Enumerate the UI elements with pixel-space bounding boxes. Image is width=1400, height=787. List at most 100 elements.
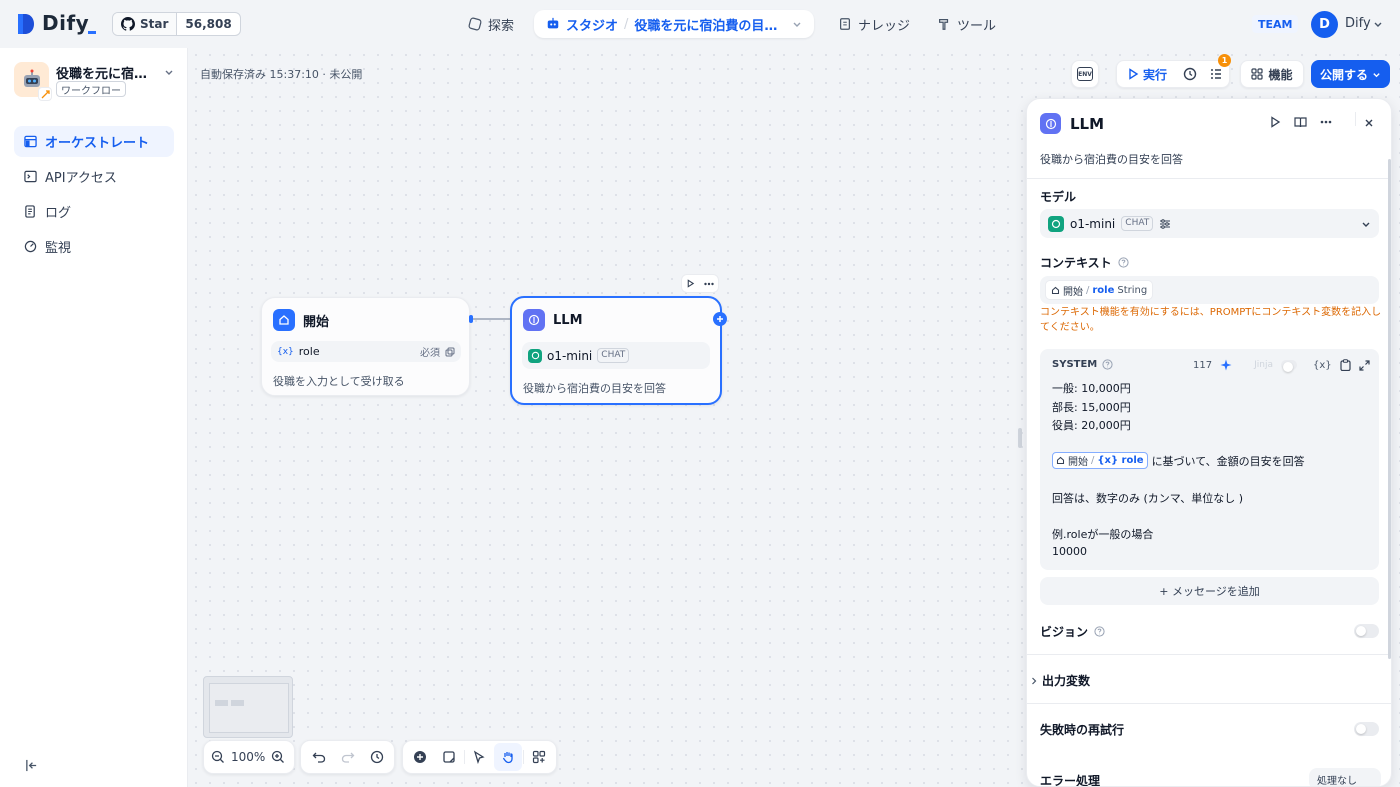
github-icon [121, 17, 135, 31]
vision-label: ビジョン [1040, 625, 1089, 639]
llm-node-title: LLM [553, 312, 583, 328]
sidebar [0, 48, 188, 787]
history-button[interactable] [1177, 60, 1203, 88]
context-variable-field[interactable]: 開始 / role String [1040, 276, 1379, 304]
sidebar-item-api-access[interactable]: APIアクセス [14, 161, 174, 192]
redo-icon [341, 752, 354, 763]
run-node-icon[interactable] [686, 279, 695, 288]
insert-variable-icon[interactable]: {x} [1313, 360, 1332, 371]
sparkle-icon[interactable] [1220, 359, 1232, 371]
panel-description[interactable]: 役職から宿泊費の目安を回答 [1040, 151, 1183, 167]
sidebar-app-name[interactable]: 役職を元に宿泊... [56, 63, 156, 82]
organize-blocks-button[interactable] [525, 743, 553, 771]
redo-button[interactable] [334, 743, 362, 771]
more-icon[interactable] [1320, 120, 1332, 124]
system-prompt-editor[interactable]: SYSTEM 117 Jinja {x} 一般: 10,000円 部長: 15,… [1040, 349, 1379, 570]
llm-model-row[interactable]: o1-mini CHAT [522, 342, 710, 369]
vision-toggle[interactable] [1354, 624, 1379, 638]
nav-tools[interactable]: ツール [937, 10, 996, 38]
pointer-mode-button[interactable] [465, 743, 493, 771]
panel-scrollbar[interactable] [1388, 159, 1391, 659]
features-button[interactable]: 機能 [1240, 60, 1304, 88]
robot-icon [547, 17, 559, 29]
help-icon[interactable] [1094, 626, 1105, 637]
user-name[interactable]: Dify [1345, 16, 1371, 31]
close-icon[interactable] [1364, 118, 1374, 128]
current-app-name[interactable]: 役職を元に宿泊費の目安... [634, 15, 784, 34]
hand-mode-button[interactable] [494, 743, 523, 771]
canvas-tools [402, 740, 557, 774]
retry-toggle[interactable] [1354, 722, 1379, 736]
add-message-button[interactable]: + メッセージを追加 [1040, 577, 1379, 605]
system-variable-ref[interactable]: 開始 / {x} role [1052, 452, 1148, 469]
github-star-button[interactable]: Star 56,808 [112, 12, 241, 36]
llm-node[interactable]: LLM o1-mini CHAT 役職から宿泊費の目安を回答 [510, 296, 722, 405]
sidebar-item-orchestrate[interactable]: オーケストレート [14, 126, 174, 157]
sidebar-item-monitor[interactable]: 監視 [14, 231, 174, 262]
help-icon[interactable] [1118, 257, 1129, 268]
log-icon [25, 205, 35, 218]
run-step-icon[interactable] [1269, 116, 1281, 128]
start-output-handle[interactable] [469, 315, 473, 323]
chevron-down-icon[interactable] [792, 19, 802, 29]
undo-button[interactable] [305, 743, 333, 771]
avatar[interactable]: D [1311, 11, 1338, 38]
clipboard-icon[interactable] [1340, 359, 1351, 371]
jinja-toggle[interactable] [1280, 360, 1297, 372]
app-chevron-down-icon[interactable] [164, 67, 174, 77]
add-note-button[interactable] [435, 743, 463, 771]
env-button[interactable]: ENV [1071, 60, 1099, 88]
model-mode-badge: CHAT [1121, 216, 1154, 231]
zoom-out-button[interactable] [207, 743, 229, 771]
help-icon[interactable] [1102, 359, 1113, 370]
nav-studio-label: スタジオ [566, 18, 619, 34]
panel-title[interactable]: LLM [1070, 115, 1104, 133]
hammer-icon [939, 19, 949, 30]
start-variable-row[interactable]: {x} role 必須 [271, 341, 461, 362]
model-selector[interactable]: o1-mini CHAT [1040, 209, 1379, 238]
logo-text[interactable]: Dify [42, 11, 89, 35]
start-node-title: 開始 [303, 314, 330, 330]
checklist-count-badge: 1 [1218, 54, 1232, 67]
zoom-level[interactable]: 100% [229, 750, 267, 764]
checklist-button[interactable]: 1 [1203, 54, 1232, 88]
sidebar-item-logs[interactable]: ログ [14, 196, 174, 227]
start-node-description: 役職を入力として受け取る [273, 375, 405, 388]
version-history-button[interactable] [363, 743, 391, 771]
minimap[interactable] [203, 676, 293, 738]
nav-knowledge[interactable]: ナレッジ [838, 10, 910, 38]
token-count: 117 [1193, 359, 1213, 371]
terminal-icon [24, 170, 37, 183]
copy-icon [445, 347, 455, 356]
organize-icon [532, 750, 545, 764]
add-block-button[interactable] [406, 743, 434, 771]
zoom-control: 100% [203, 740, 295, 774]
user-chevron-down-icon[interactable] [1373, 19, 1383, 29]
team-badge: TEAM [1252, 15, 1299, 33]
add-node-icon[interactable] [713, 312, 727, 326]
nav-explore[interactable]: 探索 [468, 10, 514, 38]
nav-studio[interactable]: スタジオ / 役職を元に宿泊費の目安... [534, 10, 814, 38]
help-doc-icon[interactable] [1294, 116, 1307, 128]
run-button[interactable]: 実行 [1117, 61, 1177, 87]
expand-icon[interactable] [1359, 359, 1370, 371]
collapse-sidebar-icon[interactable] [25, 759, 38, 772]
llm-icon [523, 309, 545, 331]
more-icon[interactable] [704, 282, 714, 286]
run-toolbar: 実行 1 [1116, 54, 1232, 88]
node-connection-edge[interactable] [470, 315, 512, 323]
book-icon [840, 18, 850, 30]
dify-logo-icon[interactable] [16, 12, 36, 36]
model-settings-icon[interactable] [1159, 218, 1171, 230]
context-variable-chip[interactable]: 開始 / role String [1045, 280, 1154, 300]
zoom-in-button[interactable] [267, 743, 289, 771]
output-variables-section[interactable]: 出力変数 [1031, 672, 1090, 689]
start-node[interactable]: 開始 {x} role 必須 役職を入力として受け取る [261, 297, 473, 396]
chevron-right-icon [1032, 677, 1037, 684]
publish-button[interactable]: 公開する [1311, 60, 1390, 88]
grid-icon [1251, 68, 1264, 80]
chevron-down-icon [1362, 222, 1370, 227]
error-handling-select[interactable]: 処理なし [1309, 768, 1381, 786]
panel-resize-handle[interactable] [1018, 428, 1022, 448]
hand-icon [503, 752, 513, 764]
